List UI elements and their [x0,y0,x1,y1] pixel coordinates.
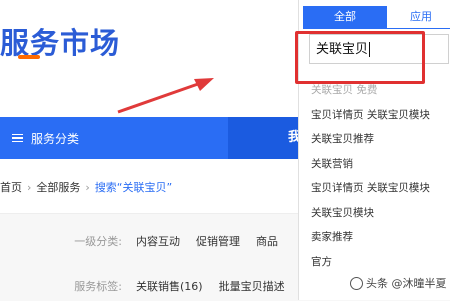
watermark-text: 头条 @沐曈半夏 [366,277,447,290]
breadcrumb-search: 搜索“关联宝贝” [94,181,173,194]
filter-label-tags: 服务标签: [74,280,122,293]
breadcrumb: 首页 › 全部服务 › 搜索“关联宝贝” [0,179,172,195]
filter-option[interactable]: 批量宝贝描述 [219,278,285,294]
suggestion-item[interactable]: 关联营销 [311,152,450,177]
filter-option[interactable]: 内容互动 [136,233,180,249]
tab-apps[interactable]: 应用 [391,6,450,28]
chevron-right-icon: › [27,180,32,194]
breadcrumb-all-services[interactable]: 全部服务 [36,179,80,195]
suggestion-item[interactable]: 关联宝贝推荐 [311,127,450,152]
breadcrumb-home[interactable]: 首页 [0,179,22,195]
filter-option[interactable]: 商品 [256,233,278,249]
service-category-menu[interactable]: 服务分类 [12,117,79,159]
search-scope-tabs: 全部 应用 [299,6,450,28]
filter-option[interactable]: 促销管理 [196,233,240,249]
filter-row-level1: 一级分类: 内容互动 促销管理 商品 [0,233,330,249]
highlight-annotation-box [295,31,425,84]
arrow-shaft [117,82,199,114]
suggestion-item[interactable]: 关联宝贝模块 [311,201,450,226]
menu-icon [12,132,23,145]
watermark: 头条 @沐曈半夏 [350,275,447,291]
suggestion-list: 关联宝贝 免费 宝贝详情页 关联宝贝模块 关联宝贝推荐 关联营销 宝贝详情页 关… [311,78,450,274]
watermark-logo-icon [350,276,363,290]
arrow-head [194,78,214,91]
suggestion-item[interactable]: 卖家推荐 [311,225,450,250]
filter-option[interactable]: 关联销售(16) [136,278,203,294]
tab-all[interactable]: 全部 [303,6,387,28]
suggestion-item[interactable]: 宝贝详情页 关联宝贝模块 [311,103,450,128]
tabs-underline [303,28,450,29]
suggestion-item[interactable]: 官方 [311,250,450,275]
filter-label-level1: 一级分类: [74,235,122,248]
suggestion-item[interactable]: 宝贝详情页 关联宝贝模块 [311,176,450,201]
service-category-label: 服务分类 [31,131,80,146]
filter-row-tags: 服务标签: 关联销售(16) 批量宝贝描述 [0,278,330,294]
chevron-right-icon: › [85,180,90,194]
